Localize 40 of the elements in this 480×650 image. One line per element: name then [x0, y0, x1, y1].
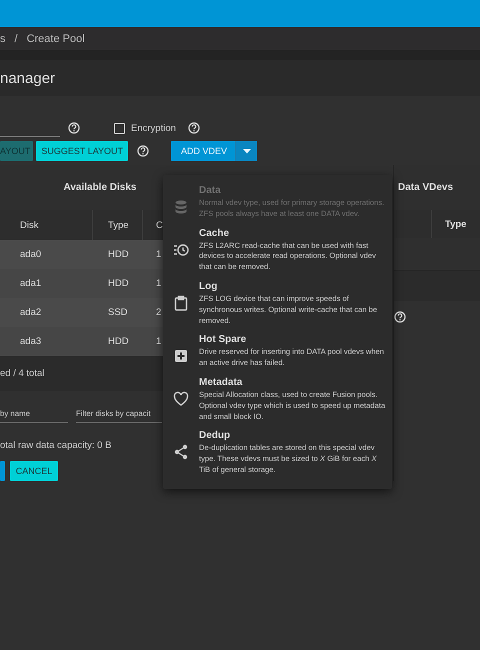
- help-icon[interactable]: [188, 122, 200, 134]
- table-cell: HDD: [108, 278, 129, 289]
- encryption-label: Encryption: [131, 122, 176, 134]
- clipboard-icon: [174, 296, 188, 311]
- column-header[interactable]: Type: [108, 220, 129, 230]
- table-cell: ada3: [20, 336, 42, 347]
- caret-icon: [242, 148, 251, 154]
- table-cell: 1: [156, 249, 162, 260]
- breadcrumb-item[interactable]: Create Pool: [26, 32, 85, 44]
- column-header[interactable]: Type: [432, 218, 466, 230]
- encryption-checkbox[interactable]: [114, 122, 125, 134]
- table-cell: ada1: [20, 278, 42, 289]
- table-cell: ada2: [20, 307, 42, 318]
- share-icon: [174, 445, 188, 460]
- card-title: Available Disks: [63, 182, 136, 193]
- column-header[interactable]: C: [156, 220, 163, 230]
- table-cell: SSD: [108, 307, 128, 318]
- page-title: nanager: [0, 70, 56, 86]
- table-cell: 2: [156, 307, 162, 318]
- heart-icon: [174, 392, 188, 406]
- plus-box-icon: [175, 350, 187, 362]
- table-cell: 1: [156, 278, 162, 289]
- table-cell: ada0: [20, 249, 42, 260]
- layout-button[interactable]: SUGGEST LAYOUT: [36, 141, 128, 161]
- table-cell: HDD: [108, 336, 129, 347]
- breadcrumb-item[interactable]: s: [0, 32, 6, 44]
- column-header[interactable]: Disk: [20, 220, 38, 230]
- help-icon[interactable]: [137, 145, 150, 157]
- clock-icon: [173, 244, 189, 256]
- table-cell: 1: [156, 336, 162, 347]
- selection-count: ed / 4 total: [0, 368, 44, 379]
- capacity-text: otal raw data capacity: 0 B: [0, 440, 112, 451]
- help-icon[interactable]: [68, 122, 80, 134]
- help-icon[interactable]: [394, 311, 406, 323]
- table-cell: HDD: [108, 249, 129, 260]
- card-title: Data VDevs: [398, 182, 454, 193]
- action-button[interactable]: CANCEL: [10, 461, 58, 481]
- breadcrumb-separator: /: [14, 32, 18, 44]
- database-icon: [176, 200, 186, 214]
- caret-button[interactable]: [235, 141, 258, 161]
